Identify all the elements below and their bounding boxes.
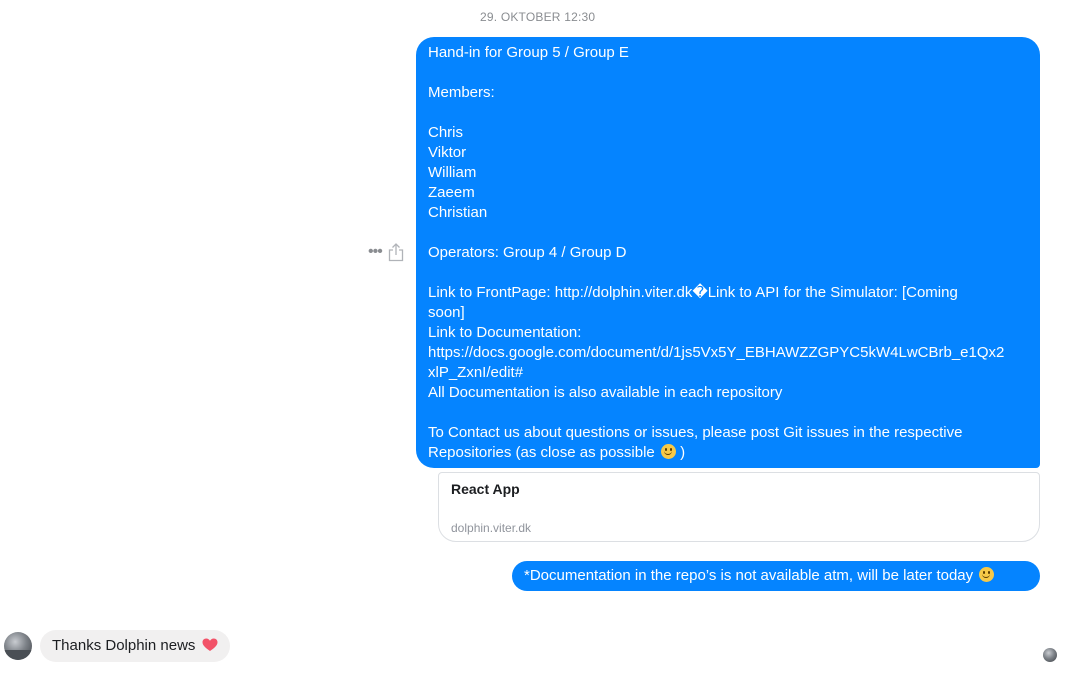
share-icon[interactable] bbox=[388, 242, 404, 262]
heart-icon bbox=[202, 638, 218, 658]
message-line-suffix: ) bbox=[680, 444, 686, 461]
message-line: Repositories (as close as possible ) bbox=[428, 443, 1028, 463]
outgoing-message-bubble[interactable]: Hand-in for Group 5 / Group E Members: Chr… bbox=[416, 37, 1040, 468]
note-message-text: *Documentation in the repo’s is not avai… bbox=[524, 567, 974, 584]
link-preview-title: React App bbox=[451, 481, 520, 497]
message-line: Operators: Group 4 / Group D bbox=[428, 244, 627, 261]
message-line: William bbox=[428, 164, 477, 181]
message-line: Chris bbox=[428, 124, 464, 141]
message-line-text: Repositories (as close as possible bbox=[428, 444, 655, 461]
message-actions: ••• bbox=[368, 242, 404, 262]
incoming-message-text: Thanks Dolphin news bbox=[52, 637, 196, 654]
contact-avatar[interactable] bbox=[4, 632, 32, 660]
link-preview-domain: dolphin.viter.dk bbox=[451, 521, 532, 535]
incoming-message-bubble[interactable]: Thanks Dolphin news bbox=[40, 630, 230, 662]
message-line: To Contact us about questions or issues,… bbox=[428, 424, 963, 441]
message-line: Christian bbox=[428, 204, 488, 221]
read-receipt-avatar bbox=[1043, 648, 1057, 662]
message-line: xlP_ZxnI/edit# bbox=[428, 364, 524, 381]
message-timestamp: 29. OKTOBER 12:30 bbox=[480, 10, 596, 24]
more-options-icon[interactable]: ••• bbox=[368, 244, 383, 260]
outgoing-note-bubble[interactable]: *Documentation in the repo’s is not avai… bbox=[512, 561, 1040, 591]
message-line: Viktor bbox=[428, 144, 467, 161]
message-line: soon] bbox=[428, 304, 465, 321]
message-line: Link to Documentation: bbox=[428, 324, 582, 341]
message-line: Hand-in for Group 5 / Group E bbox=[428, 44, 629, 61]
message-line: https://docs.google.com/document/d/1js5V… bbox=[428, 344, 1005, 361]
message-line: Members: bbox=[428, 84, 495, 101]
smile-icon bbox=[660, 444, 676, 459]
message-line: All Documentation is also available in e… bbox=[428, 384, 783, 401]
message-line: Zaeem bbox=[428, 184, 475, 201]
chat-thread: 29. OKTOBER 12:30 ••• Hand-in for Group … bbox=[0, 0, 1068, 673]
link-preview-card[interactable]: React App dolphin.viter.dk bbox=[438, 472, 1040, 542]
smile-icon bbox=[979, 567, 995, 582]
message-line: Link to FrontPage: http://dolphin.viter.… bbox=[428, 284, 958, 301]
